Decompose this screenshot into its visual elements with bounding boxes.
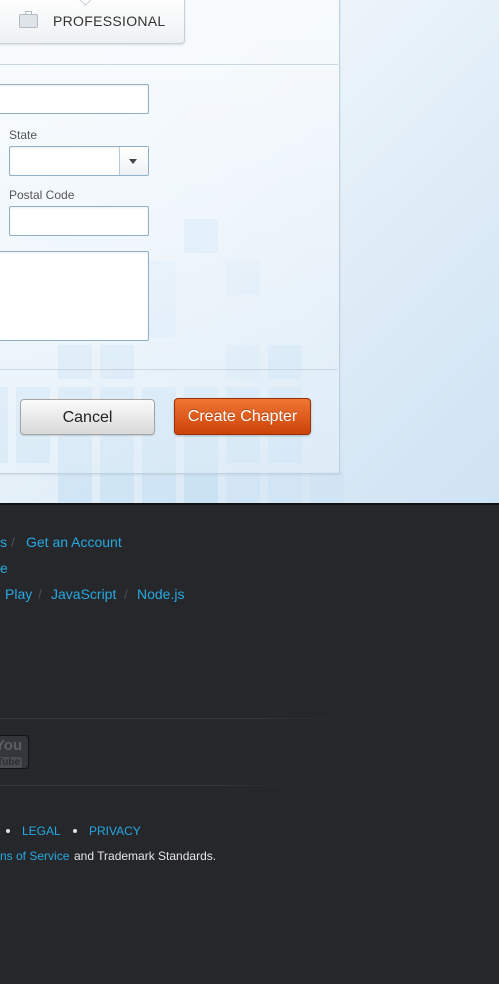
footer-link-javascript[interactable]: JavaScript [51,586,116,602]
footer-divider [0,718,350,719]
state-select[interactable] [9,146,149,176]
decor-square [184,471,218,504]
postal-code-input[interactable] [9,206,149,236]
footer-link-play[interactable]: Play [5,586,32,602]
footer-link-terms-of-service[interactable]: ns of Service [0,849,69,863]
postal-code-label: Postal Code [9,188,75,202]
youtube-icon[interactable]: You Tube [0,735,29,769]
footer-bullet [6,829,10,833]
cancel-button[interactable]: Cancel [20,399,155,435]
footer-link-privacy[interactable]: PRIVACY [89,824,141,838]
address-input[interactable] [0,84,149,114]
footer-trademark-text: and Trademark Standards. [74,849,217,863]
briefcase-icon [19,11,38,28]
footer-separator: / [124,586,128,602]
chevron-down-icon[interactable] [119,147,148,175]
footer-divider [0,785,300,786]
form-divider [0,369,338,370]
footer-separator: / [38,586,42,602]
form-background: PROFESSIONAL State Postal Code Cancel Cr… [0,0,499,504]
tab-professional[interactable]: PROFESSIONAL [0,0,185,44]
decor-square [310,471,344,504]
form-divider [0,64,338,65]
footer-top-border [0,503,499,505]
notes-textarea[interactable] [0,251,149,341]
footer-bullet [73,829,77,833]
state-label: State [9,128,38,142]
footer-separator: / [11,534,15,550]
footer-link-nodejs[interactable]: Node.js [137,586,184,602]
footer-link[interactable]: s [0,534,7,550]
tab-notch [79,0,92,6]
footer-link-get-account[interactable]: Get an Account [26,534,122,550]
decor-square [268,471,302,504]
tab-professional-label: PROFESSIONAL [53,13,166,29]
youtube-you: You [0,737,23,754]
youtube-tube: Tube [0,757,23,768]
footer-link[interactable]: e [0,560,8,576]
decor-square [226,471,260,504]
create-chapter-button[interactable]: Create Chapter [174,398,311,435]
footer-link-legal[interactable]: LEGAL [22,824,61,838]
